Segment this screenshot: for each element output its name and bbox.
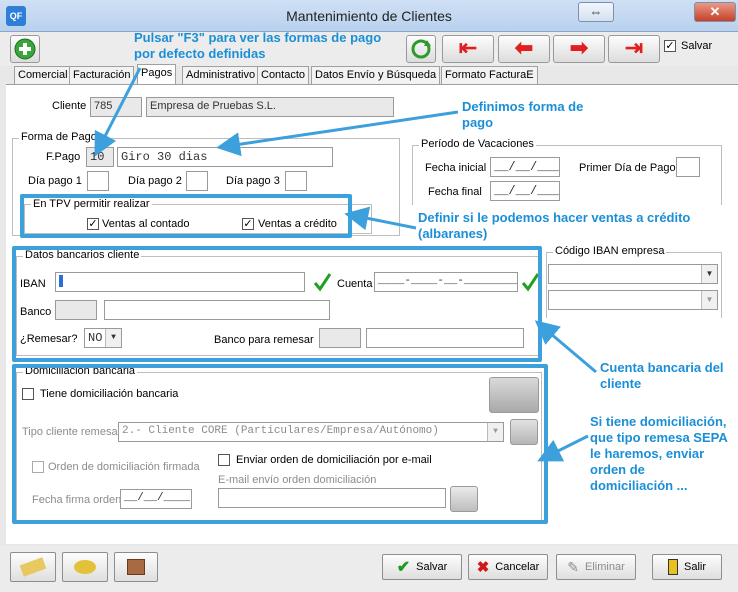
coins-icon bbox=[74, 560, 96, 574]
dia3-field[interactable] bbox=[285, 171, 307, 191]
eliminar-button-label: Eliminar bbox=[585, 561, 625, 573]
box-icon bbox=[127, 559, 145, 575]
vacaciones-title: Período de Vacaciones bbox=[419, 138, 536, 150]
first-icon: ⇤ bbox=[458, 35, 478, 60]
salir-button[interactable]: Salir bbox=[652, 554, 722, 580]
primer-dia-label: Primer Día de Pago bbox=[579, 162, 676, 174]
primer-dia-field[interactable] bbox=[676, 157, 700, 177]
salvar-button[interactable]: ✔ Salvar bbox=[382, 554, 462, 580]
annotation-definimos: Definimos forma de pago bbox=[462, 99, 584, 130]
tab-formato-facturae[interactable]: Formato FacturaE bbox=[441, 66, 538, 84]
tab-strip: Comercial Facturación Pagos Administrati… bbox=[10, 64, 738, 84]
cliente-name-field: Empresa de Pruebas S.L. bbox=[146, 97, 394, 117]
bottom-bar: ✔ Salvar ✖ Cancelar ✎ Eliminar Salir bbox=[0, 546, 738, 592]
exit-door-icon bbox=[667, 559, 678, 575]
annotation-domic: Si tiene domiciliación, que tipo remesa … bbox=[590, 414, 728, 493]
tab-facturacion[interactable]: Facturación bbox=[69, 66, 135, 84]
bottom-tool-button-1[interactable] bbox=[10, 552, 56, 582]
cancel-x-icon: ✖ bbox=[476, 559, 490, 576]
restore-icon: ⇔ bbox=[589, 4, 603, 19]
check-icon: ✔ bbox=[396, 559, 411, 576]
eliminar-button[interactable]: ✎ Eliminar bbox=[556, 554, 636, 580]
window-title: Mantenimiento de Clientes bbox=[286, 8, 452, 24]
cancelar-button-label: Cancelar bbox=[495, 561, 540, 573]
dia3-label: Día pago 3 bbox=[226, 175, 280, 187]
domiciliacion-highlight bbox=[12, 364, 548, 524]
iban-empresa-select-2[interactable]: ▼ bbox=[548, 290, 718, 310]
refresh-button[interactable] bbox=[406, 35, 436, 63]
previous-record-button[interactable]: ⬅ bbox=[498, 35, 550, 63]
left-arrow-icon: ⬅ bbox=[514, 35, 534, 60]
last-record-button[interactable]: ⇥ bbox=[608, 35, 660, 63]
close-button[interactable]: ✕ bbox=[694, 2, 736, 22]
chevron-down-icon: ▼ bbox=[701, 265, 717, 283]
salir-button-label: Salir bbox=[683, 561, 706, 573]
tab-datos-envio[interactable]: Datos Envío y Búsqueda bbox=[311, 66, 441, 84]
last-icon: ⇥ bbox=[624, 35, 644, 60]
tag-icon bbox=[19, 557, 47, 577]
dia1-label: Día pago 1 bbox=[28, 175, 82, 187]
cliente-label: Cliente bbox=[52, 100, 87, 112]
dia1-field[interactable] bbox=[87, 171, 109, 191]
tab-comercial[interactable]: Comercial bbox=[14, 66, 72, 84]
forma-pago-title: Forma de Pago bbox=[19, 131, 99, 143]
fecha-inicial-label: Fecha inicial bbox=[425, 162, 487, 174]
annotation-tpv: Definir si le podemos hacer ventas a cré… bbox=[418, 210, 691, 241]
iban-empresa-select-1[interactable]: ▼ bbox=[548, 264, 718, 284]
bottom-tool-button-3[interactable] bbox=[114, 552, 158, 582]
tpv-highlight bbox=[20, 194, 352, 238]
dia2-field[interactable] bbox=[186, 171, 208, 191]
annotation-f3: Pulsar "F3" para ver las formas de pago … bbox=[134, 30, 382, 61]
fpago-label: F.Pago bbox=[46, 151, 81, 163]
fpago-code-field[interactable]: 10 bbox=[86, 147, 114, 167]
restore-button[interactable]: ⇔ bbox=[578, 2, 614, 22]
fpago-desc-field[interactable]: Giro 30 dias bbox=[117, 147, 333, 167]
salvar-checkbox-label: Salvar bbox=[681, 40, 713, 52]
banco-highlight bbox=[12, 246, 542, 362]
cliente-code-field: 785 bbox=[90, 97, 142, 117]
dia2-label: Día pago 2 bbox=[128, 175, 182, 187]
fecha-final-field[interactable]: __/__/___ bbox=[490, 181, 560, 201]
plus-icon bbox=[14, 38, 36, 60]
close-icon: ✕ bbox=[709, 4, 721, 19]
right-arrow-icon: ➡ bbox=[569, 35, 589, 60]
eraser-icon: ✎ bbox=[567, 558, 579, 575]
bottom-tool-button-2[interactable] bbox=[62, 552, 108, 582]
tab-administrativo[interactable]: Administrativo bbox=[182, 66, 260, 84]
fecha-final-label: Fecha final bbox=[428, 186, 482, 198]
salvar-checkbox[interactable]: ✓ bbox=[664, 40, 676, 52]
iban-empresa-title: Código IBAN empresa bbox=[553, 245, 667, 257]
title-bar: QF Mantenimiento de Clientes ⇔ ✕ bbox=[0, 0, 738, 32]
next-record-button[interactable]: ➡ bbox=[553, 35, 605, 63]
chevron-down-icon: ▼ bbox=[701, 291, 717, 309]
add-button[interactable] bbox=[10, 35, 40, 63]
annotation-cuenta: Cuenta bancaria del cliente bbox=[600, 360, 724, 391]
fecha-inicial-field[interactable]: __/__/___ bbox=[490, 157, 560, 177]
first-record-button[interactable]: ⇤ bbox=[442, 35, 494, 63]
salvar-button-label: Salvar bbox=[416, 561, 448, 573]
cancelar-button[interactable]: ✖ Cancelar bbox=[468, 554, 548, 580]
tab-pagos[interactable]: Pagos bbox=[137, 64, 177, 84]
tab-contacto[interactable]: Contacto bbox=[257, 66, 310, 84]
refresh-icon bbox=[411, 39, 431, 59]
